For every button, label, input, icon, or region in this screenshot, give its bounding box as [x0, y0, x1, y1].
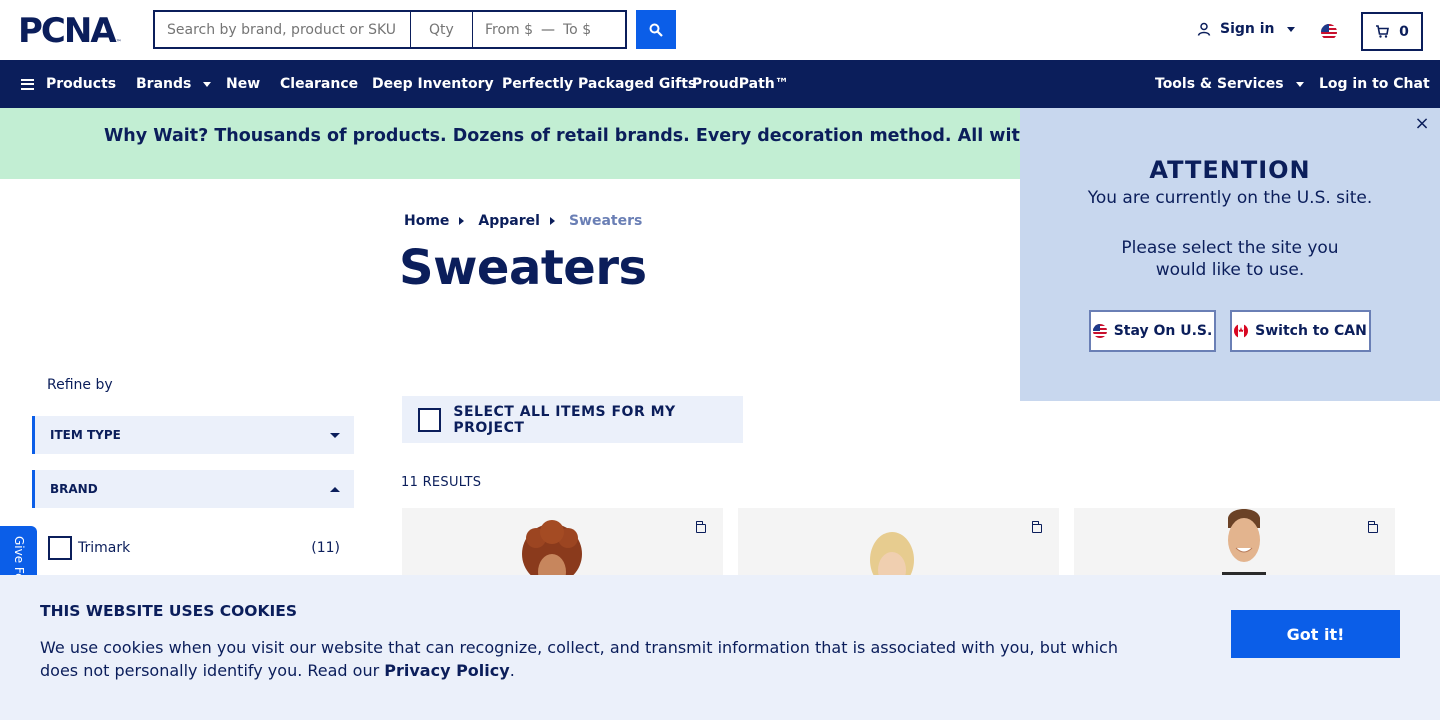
brand-option-label: Trimark: [78, 540, 131, 556]
breadcrumb-apparel[interactable]: Apparel: [478, 213, 540, 229]
search-icon: [649, 23, 663, 37]
folder-icon[interactable]: [1032, 521, 1042, 533]
brand-option-trimark[interactable]: Trimark (11): [48, 536, 340, 560]
chevron-up-icon: [330, 486, 340, 492]
breadcrumb-arrow-icon: [459, 217, 465, 225]
refine-by-label: Refine by: [47, 377, 113, 393]
price-to-input[interactable]: [563, 21, 613, 38]
select-all-label: SELECT ALL ITEMS FOR MY PROJECT: [453, 403, 676, 436]
us-flag-icon[interactable]: [1321, 24, 1337, 40]
modal-title: ATTENTION: [1149, 156, 1311, 184]
brand-option-count: (11): [311, 540, 340, 556]
hamburger-icon: [21, 78, 34, 90]
cart-count: 0: [1399, 23, 1409, 40]
search-button[interactable]: [636, 10, 676, 49]
price-from-input[interactable]: [485, 21, 541, 38]
cookie-body-text: We use cookies when you visit our websit…: [40, 638, 1118, 680]
folder-icon[interactable]: [696, 521, 706, 533]
nav-gifts[interactable]: Perfectly Packaged Gifts: [502, 60, 696, 108]
facet-item-type[interactable]: ITEM TYPE: [32, 416, 354, 454]
chevron-down-icon: [203, 81, 212, 87]
cart-icon: [1376, 25, 1390, 38]
pcna-logo[interactable]: PCNA ™: [18, 14, 122, 48]
chevron-down-icon: [330, 432, 340, 438]
stay-us-label: Stay On U.S.: [1113, 323, 1213, 339]
switch-can-label: Switch to CAN: [1255, 323, 1367, 339]
facet-brand-label: BRAND: [50, 482, 98, 496]
nav-tools-services[interactable]: Tools & Services: [1155, 60, 1304, 108]
cookie-period: .: [509, 661, 515, 680]
price-range: —: [473, 12, 625, 47]
site-header: PCNA ™ — Sign in: [0, 0, 1440, 60]
accept-cookies-button[interactable]: Got it!: [1231, 610, 1400, 658]
brand-checkbox[interactable]: [48, 536, 72, 560]
select-all-items[interactable]: SELECT ALL ITEMS FOR MY PROJECT: [402, 396, 743, 443]
results-count: 11 RESULTS: [401, 475, 482, 490]
nav-tools-label: Tools & Services: [1155, 76, 1284, 92]
nav-products-label: Products: [46, 76, 117, 92]
logo-wordmark: PCNA: [18, 11, 117, 51]
privacy-policy-link[interactable]: Privacy Policy: [384, 661, 509, 680]
modal-line-current-site: You are currently on the U.S. site.: [1087, 188, 1373, 208]
cart-button[interactable]: 0: [1361, 12, 1423, 51]
select-all-checkbox[interactable]: [418, 407, 442, 432]
canada-flag-icon: [1234, 324, 1249, 338]
facet-brand[interactable]: BRAND: [32, 470, 354, 508]
nav-proudpath[interactable]: ProudPath™: [692, 60, 789, 108]
facet-item-type-label: ITEM TYPE: [50, 428, 121, 442]
nav-new[interactable]: New: [226, 60, 260, 108]
cookie-banner: THIS WEBSITE USES COOKIES We use cookies…: [0, 575, 1440, 720]
search-bar: —: [153, 10, 627, 49]
price-dash: —: [541, 21, 555, 38]
nav-products[interactable]: Products: [21, 60, 116, 108]
qty-input[interactable]: [411, 12, 473, 47]
main-nav: Products Brands New Clearance Deep Inven…: [0, 60, 1440, 108]
cookie-body: We use cookies when you visit our websit…: [40, 636, 1130, 682]
modal-line-prompt-2: would like to use.: [1155, 260, 1305, 280]
nav-deep-inventory[interactable]: Deep Inventory: [372, 60, 494, 108]
page-title: Sweaters: [399, 240, 647, 296]
sign-in-menu[interactable]: Sign in: [1197, 21, 1295, 37]
breadcrumb-current: Sweaters: [568, 213, 643, 229]
breadcrumb: Home Apparel Sweaters: [404, 213, 642, 229]
switch-can-button[interactable]: Switch to CAN: [1230, 310, 1371, 352]
site-select-modal: × ATTENTION You are currently on the U.S…: [1020, 108, 1440, 401]
nav-brands[interactable]: Brands: [136, 60, 212, 108]
search-input[interactable]: [155, 12, 411, 47]
breadcrumb-home[interactable]: Home: [404, 213, 449, 229]
promo-text: Why Wait? Thousands of products. Dozens …: [104, 126, 1145, 146]
nav-chat-login[interactable]: Log in to Chat: [1319, 60, 1430, 108]
us-flag-icon: [1092, 324, 1107, 338]
user-icon: [1197, 22, 1211, 36]
chevron-down-icon: [1295, 81, 1304, 87]
nav-brands-label: Brands: [136, 76, 192, 92]
close-icon[interactable]: ×: [1414, 115, 1430, 133]
nav-clearance[interactable]: Clearance: [280, 60, 358, 108]
stay-us-button[interactable]: Stay On U.S.: [1089, 310, 1216, 352]
sign-in-label: Sign in: [1220, 21, 1275, 37]
modal-line-prompt-1: Please select the site you: [1121, 238, 1339, 258]
cookie-title: THIS WEBSITE USES COOKIES: [40, 602, 298, 620]
folder-icon[interactable]: [1368, 521, 1378, 533]
chevron-down-icon: [1286, 26, 1295, 32]
breadcrumb-arrow-icon: [549, 217, 555, 225]
logo-trademark: ™: [115, 39, 122, 46]
